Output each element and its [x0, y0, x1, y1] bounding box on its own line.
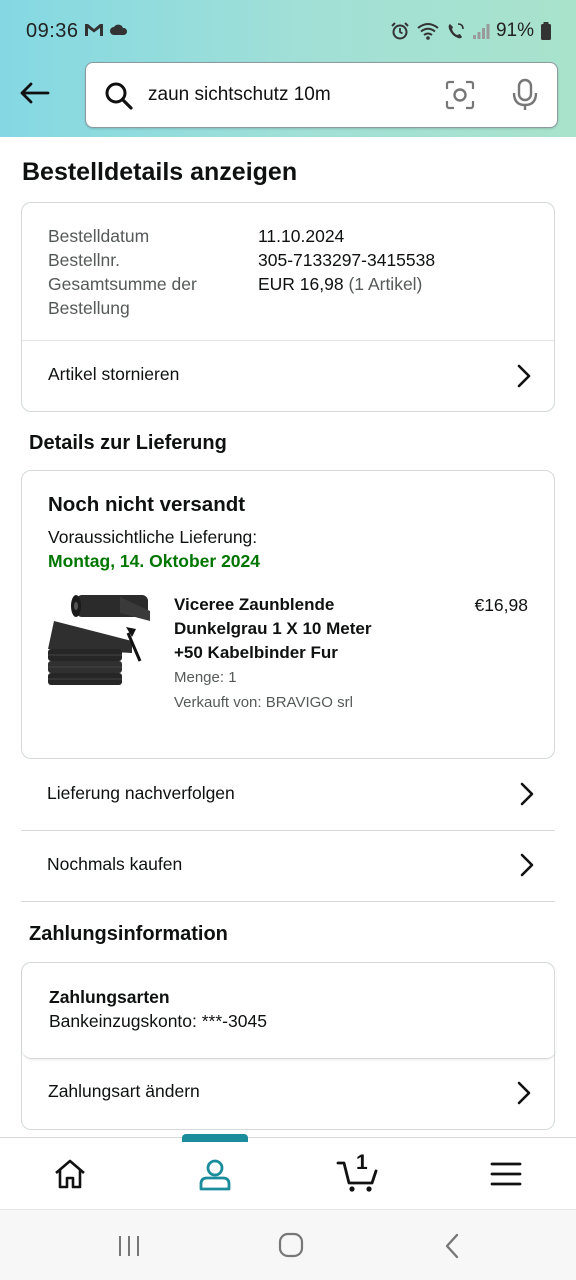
change-payment-row[interactable]: Zahlungsart ändern [22, 1059, 554, 1129]
nav-home-button[interactable] [46, 1150, 94, 1198]
wifi-calling-icon [448, 23, 464, 39]
product-price: €16,98 [474, 595, 528, 615]
hamburger-menu-icon [490, 1162, 522, 1186]
active-tab-indicator [182, 1134, 248, 1142]
product-image[interactable] [46, 591, 154, 695]
product-quantity: Menge: 1 [174, 669, 237, 686]
chevron-right-icon [520, 782, 534, 806]
order-total-value: EUR 16,98 (1 Artikel) [258, 272, 422, 296]
order-total-label: Gesamtsumme der Bestellung [48, 274, 197, 318]
order-date-label: Bestelldatum [48, 226, 150, 246]
status-time: 09:36 [26, 20, 79, 42]
gmail-icon [85, 24, 103, 36]
nav-menu-button[interactable] [482, 1150, 530, 1198]
payment-card: Zahlungsarten Bankeinzugskonto: ***-3045… [21, 962, 556, 1130]
cancel-items-row[interactable]: Artikel stornieren [22, 341, 554, 412]
shipment-status: Noch nicht versandt [48, 493, 246, 516]
search-input[interactable]: zaun sichtschutz 10m [148, 84, 331, 106]
back-button[interactable] [14, 73, 54, 113]
arrow-left-icon [20, 82, 50, 104]
cancel-items-label: Artikel stornieren [48, 364, 180, 384]
divider [21, 901, 555, 902]
buy-again-label: Nochmals kaufen [47, 854, 183, 874]
search-icon [105, 82, 133, 110]
microphone-icon[interactable] [511, 78, 539, 112]
person-icon [199, 1159, 231, 1191]
cart-count-badge: 1 [356, 1151, 368, 1174]
payment-methods-box: Zahlungsarten Bankeinzugskonto: ***-3045 [22, 963, 556, 1059]
app-header: 09:36 91% zaun sichtschutz 10m [0, 0, 576, 137]
status-notification-icons [84, 22, 128, 38]
page-title: Bestelldetails anzeigen [22, 158, 298, 186]
camera-search-icon[interactable] [444, 79, 476, 111]
chevron-right-icon [520, 853, 534, 877]
payment-methods-label: Zahlungsarten [49, 987, 170, 1007]
back-chevron-icon[interactable] [442, 1232, 462, 1260]
order-total-items: (1 Artikel) [348, 274, 423, 294]
product-seller: Verkauft von: BRAVIGO srl [174, 694, 353, 711]
payment-account: Bankeinzugskonto: ***-3045 [49, 1011, 267, 1031]
track-package-label: Lieferung nachverfolgen [47, 783, 235, 803]
delivery-section-title: Details zur Lieferung [29, 432, 227, 454]
shipment-card: Noch nicht versandt Voraussichtliche Lie… [21, 470, 555, 759]
change-payment-label: Zahlungsart ändern [48, 1081, 200, 1101]
home-circle-icon[interactable] [278, 1232, 304, 1258]
battery-percentage: 91% [495, 20, 534, 41]
product-title-link[interactable]: Viceree Zaunblende Dunkelgrau 1 X 10 Met… [174, 593, 404, 665]
order-summary-card: Bestelldatum 11.10.2024 Bestellnr. 305-7… [21, 202, 555, 412]
order-number-label: Bestellnr. [48, 250, 120, 270]
cloud-icon [110, 24, 128, 35]
alarm-icon [391, 22, 409, 40]
order-date-value: 11.10.2024 [258, 226, 345, 246]
chevron-right-icon [517, 364, 531, 388]
signal-icon [472, 24, 490, 39]
status-system-icons: 91% [390, 20, 552, 42]
recent-apps-icon[interactable] [116, 1234, 142, 1258]
payment-section-title: Zahlungsinformation [29, 923, 228, 945]
system-navigation-bar [0, 1209, 576, 1280]
home-icon [55, 1159, 85, 1189]
wifi-icon [417, 23, 439, 40]
search-bar[interactable]: zaun sichtschutz 10m [85, 62, 558, 128]
order-total-amount: EUR 16,98 [258, 274, 344, 294]
nav-account-button[interactable] [191, 1150, 239, 1198]
track-package-row[interactable]: Lieferung nachverfolgen [21, 760, 555, 830]
expected-delivery-label: Voraussichtliche Lieferung: [48, 527, 258, 547]
status-bar: 09:36 91% [0, 0, 576, 62]
chevron-right-icon [517, 1081, 531, 1105]
order-number-value: 305-7133297-3415538 [258, 250, 436, 270]
buy-again-row[interactable]: Nochmals kaufen [21, 831, 555, 901]
battery-icon [541, 22, 551, 40]
expected-delivery-date: Montag, 14. Oktober 2024 [48, 551, 261, 571]
